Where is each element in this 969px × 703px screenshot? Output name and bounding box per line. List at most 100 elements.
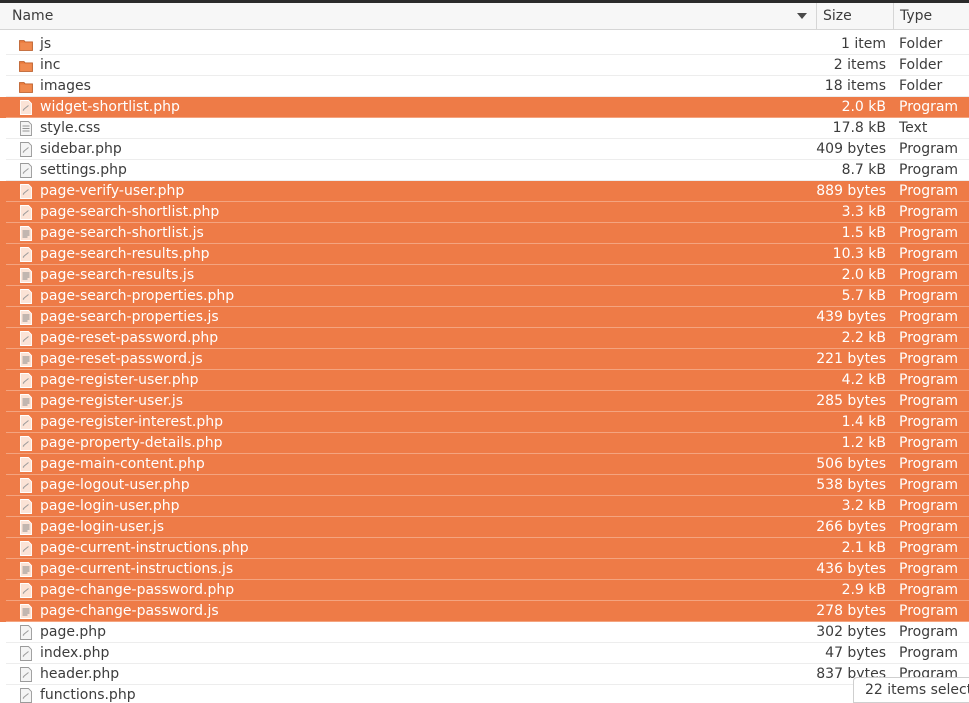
selection-status: 22 items selected <box>853 677 969 703</box>
file-type: Program <box>899 309 959 325</box>
file-row[interactable]: page-register-user.js 285 bytes Program <box>0 391 969 412</box>
column-header-size[interactable]: Size <box>816 3 893 30</box>
file-row[interactable]: page-main-content.php 506 bytes Program <box>0 454 969 475</box>
file-name: settings.php <box>40 162 127 178</box>
column-header-type[interactable]: Type <box>893 3 969 30</box>
file-name: js <box>40 36 52 52</box>
file-row[interactable]: page.php 302 bytes Program <box>0 622 969 643</box>
file-row[interactable]: page-register-interest.php 1.4 kB Program <box>0 412 969 433</box>
file-size: 409 bytes <box>816 141 886 157</box>
file-type: Program <box>899 519 959 535</box>
php-file-icon <box>19 436 33 451</box>
file-row[interactable]: page-register-user.php 4.2 kB Program <box>0 370 969 391</box>
file-name: images <box>40 78 91 94</box>
file-size: 2.0 kB <box>841 99 886 115</box>
file-name: page.php <box>40 624 107 640</box>
file-name: page-logout-user.php <box>40 477 190 493</box>
file-type: Program <box>899 225 959 241</box>
file-row[interactable]: page-current-instructions.js 436 bytes Pro… <box>0 559 969 580</box>
file-type: Program <box>899 99 959 115</box>
file-type: Program <box>899 267 959 283</box>
file-name: page-verify-user.php <box>40 183 185 199</box>
file-row[interactable]: page-change-password.js 278 bytes Program <box>0 601 969 622</box>
file-name: style.css <box>40 120 101 136</box>
file-size: 3.3 kB <box>841 204 886 220</box>
file-row[interactable]: page-search-properties.php 5.7 kB Program <box>0 286 969 307</box>
file-type: Program <box>899 162 959 178</box>
php-file-icon <box>19 499 33 514</box>
file-size: 302 bytes <box>816 624 886 640</box>
file-row[interactable]: style.css 17.8 kB Text <box>0 118 969 139</box>
file-name: inc <box>40 57 61 73</box>
file-row[interactable]: page-search-results.php 10.3 kB Program <box>0 244 969 265</box>
file-type: Program <box>899 246 959 262</box>
file-row[interactable]: sidebar.php 409 bytes Program <box>0 139 969 160</box>
file-type: Program <box>899 603 959 619</box>
text-file-icon <box>19 121 33 136</box>
file-size: 1.2 kB <box>841 435 886 451</box>
php-file-icon <box>19 205 33 220</box>
file-row[interactable]: page-search-shortlist.php 3.3 kB Program <box>0 202 969 223</box>
file-name: page-main-content.php <box>40 456 205 472</box>
file-row[interactable]: settings.php 8.7 kB Program <box>0 160 969 181</box>
php-file-icon <box>19 163 33 178</box>
file-type: Program <box>899 183 959 199</box>
file-row[interactable]: page-property-details.php 1.2 kB Program <box>0 433 969 454</box>
script-file-icon <box>19 394 33 409</box>
file-size: 538 bytes <box>816 477 886 493</box>
file-size: 3.2 kB <box>841 498 886 514</box>
file-row[interactable]: page-search-properties.js 439 bytes Progra… <box>0 307 969 328</box>
script-file-icon <box>19 310 33 325</box>
file-row[interactable]: page-reset-password.php 2.2 kB Program <box>0 328 969 349</box>
file-name: page-current-instructions.js <box>40 561 234 577</box>
php-file-icon <box>19 583 33 598</box>
file-row[interactable]: page-logout-user.php 538 bytes Program <box>0 475 969 496</box>
file-type: Program <box>899 393 959 409</box>
file-row[interactable]: page-login-user.php 3.2 kB Program <box>0 496 969 517</box>
file-size: 2.2 kB <box>841 330 886 346</box>
file-row[interactable]: page-search-shortlist.js 1.5 kB Program <box>0 223 969 244</box>
file-type: Text <box>899 120 928 136</box>
php-file-icon <box>19 373 33 388</box>
script-file-icon <box>19 268 33 283</box>
file-row[interactable]: page-current-instructions.php 2.1 kB Progr… <box>0 538 969 559</box>
php-file-icon <box>19 331 33 346</box>
file-type: Program <box>899 624 959 640</box>
file-row[interactable]: page-verify-user.php 889 bytes Program <box>0 181 969 202</box>
file-name: page-reset-password.js <box>40 351 203 367</box>
file-name: sidebar.php <box>40 141 122 157</box>
file-type: Program <box>899 477 959 493</box>
file-row[interactable]: page-search-results.js 2.0 kB Program <box>0 265 969 286</box>
file-name: page-search-properties.php <box>40 288 235 304</box>
file-name: page-login-user.php <box>40 498 180 514</box>
file-size: 18 items <box>824 78 886 94</box>
file-type: Program <box>899 498 959 514</box>
file-row[interactable]: images 18 items Folder <box>0 76 969 97</box>
file-type: Program <box>899 141 959 157</box>
php-file-icon <box>19 289 33 304</box>
file-name: page-register-user.js <box>40 393 184 409</box>
file-row[interactable]: widget-shortlist.php 2.0 kB Program <box>0 97 969 118</box>
file-row[interactable]: page-reset-password.js 221 bytes Program <box>0 349 969 370</box>
file-row[interactable]: inc 2 items Folder <box>0 55 969 76</box>
file-name: page-search-results.js <box>40 267 195 283</box>
file-size: 889 bytes <box>816 183 886 199</box>
file-row[interactable]: header.php 837 bytes Program <box>0 664 969 685</box>
file-row[interactable]: page-login-user.js 266 bytes Program <box>0 517 969 538</box>
sort-descending-icon[interactable] <box>797 13 807 19</box>
file-row[interactable]: js 1 item Folder <box>0 34 969 55</box>
php-file-icon <box>19 100 33 115</box>
file-row[interactable]: functions.php1 <box>0 685 969 703</box>
file-size: 4.2 kB <box>841 372 886 388</box>
file-row[interactable]: page-change-password.php 2.9 kB Program <box>0 580 969 601</box>
file-size: 506 bytes <box>816 456 886 472</box>
script-file-icon <box>19 352 33 367</box>
column-header-name[interactable]: Name <box>0 3 816 30</box>
php-file-icon <box>19 478 33 493</box>
file-name: page-reset-password.php <box>40 330 219 346</box>
file-name: page-change-password.js <box>40 603 219 619</box>
file-type: Program <box>899 435 959 451</box>
file-size: 436 bytes <box>816 561 886 577</box>
file-row[interactable]: index.php 47 bytes Program <box>0 643 969 664</box>
file-name: header.php <box>40 666 120 682</box>
